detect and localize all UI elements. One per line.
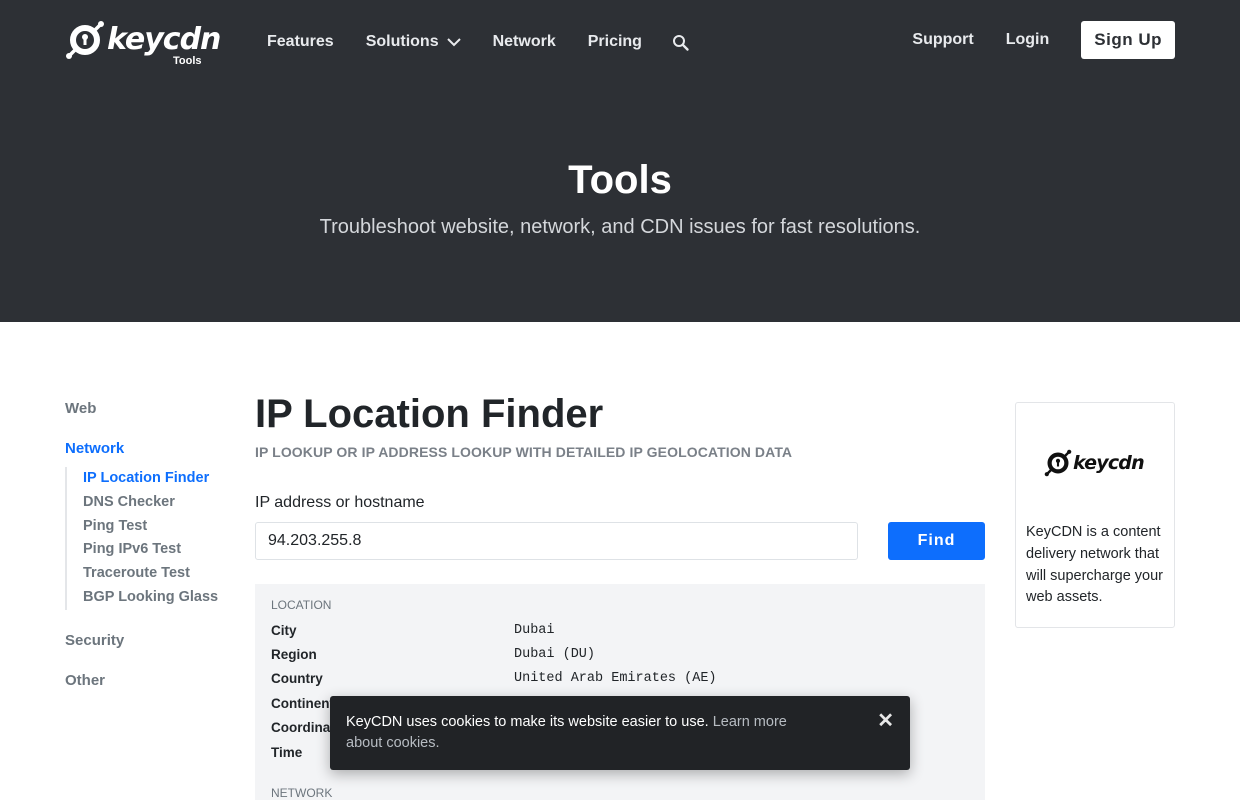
nav-login[interactable]: Login — [1006, 31, 1050, 49]
sidebar-item-bgp-looking-glass[interactable]: BGP Looking Glass — [83, 586, 235, 610]
sidebar-item-ping-ipv6-test[interactable]: Ping IPv6 Test — [83, 538, 235, 562]
sidebar-item-web[interactable]: Web — [65, 400, 235, 417]
page-title: IP Location Finder — [255, 392, 604, 436]
nav-solutions[interactable]: Solutions — [366, 33, 461, 51]
result-key: Country — [271, 671, 323, 687]
hero-title: Tools — [568, 158, 672, 202]
lookup-form: Find — [255, 522, 985, 560]
chevron-down-icon — [446, 37, 461, 46]
header: keycdn Tools Features Solutions Network … — [0, 0, 1240, 322]
brand-wordmark: keycdn — [107, 22, 221, 57]
network-section-label: NETWORK — [271, 786, 333, 800]
sponsor-wordmark: keycdn — [1073, 452, 1145, 474]
sidebar-item-ip-location-finder[interactable]: IP Location Finder — [83, 467, 235, 491]
sidebar-item-other[interactable]: Other — [65, 672, 235, 689]
close-icon[interactable]: ✕ — [877, 711, 894, 731]
keycdn-logo-icon — [66, 21, 104, 59]
sponsor-text: KeyCDN is a content delivery network tha… — [1026, 524, 1164, 606]
ip-field-label: IP address or hostname — [255, 494, 425, 511]
sidebar-network-submenu: IP Location Finder DNS Checker Ping Test… — [65, 467, 235, 610]
cookie-message: KeyCDN uses cookies to make its website … — [346, 712, 826, 754]
nav-support[interactable]: Support — [912, 31, 973, 49]
ip-input[interactable] — [255, 522, 858, 560]
result-row: Country United Arab Emirates (AE) — [271, 667, 969, 691]
cookie-banner: KeyCDN uses cookies to make its website … — [330, 696, 910, 770]
sidebar-item-security[interactable]: Security — [65, 632, 235, 649]
result-value: Dubai (DU) — [514, 647, 596, 663]
main-nav: Features Solutions Network Pricing — [267, 32, 690, 52]
hero-subtitle: Troubleshoot website, network, and CDN i… — [319, 216, 921, 238]
nav-network[interactable]: Network — [493, 33, 556, 51]
sidebar-item-network[interactable]: Network — [65, 440, 235, 457]
page-subtitle: IP LOOKUP OR IP ADDRESS LOOKUP WITH DETA… — [255, 444, 793, 460]
result-key: City — [271, 622, 297, 638]
result-row: City Dubai — [271, 618, 969, 642]
sponsor-logo: keycdn — [1044, 449, 1145, 477]
result-value: Dubai — [514, 622, 555, 638]
nav-features[interactable]: Features — [267, 33, 334, 51]
cookie-text: KeyCDN uses cookies to make its website … — [346, 714, 713, 730]
brand-logo[interactable]: keycdn Tools — [65, 20, 221, 68]
signup-button[interactable]: Sign Up — [1081, 21, 1175, 59]
nav-pricing[interactable]: Pricing — [588, 33, 642, 51]
sponsor-box[interactable]: keycdn KeyCDN is a content delivery netw… — [1015, 402, 1175, 628]
result-row: Region Dubai (DU) — [271, 642, 969, 666]
find-button[interactable]: Find — [888, 522, 985, 560]
sidebar-item-dns-checker[interactable]: DNS Checker — [83, 491, 235, 515]
nav-right: Support Login Sign Up — [880, 21, 1175, 59]
sidebar: Web Network IP Location Finder DNS Check… — [65, 400, 235, 689]
sidebar-item-traceroute-test[interactable]: Traceroute Test — [83, 562, 235, 586]
keycdn-logo-icon — [1044, 449, 1072, 477]
brand-subtitle: Tools — [173, 55, 202, 67]
search-icon[interactable] — [672, 34, 690, 52]
result-key: Region — [271, 647, 317, 663]
nav-solutions-label: Solutions — [365, 33, 439, 50]
sidebar-item-ping-test[interactable]: Ping Test — [83, 515, 235, 539]
location-section-label: LOCATION — [271, 598, 332, 612]
result-value: United Arab Emirates (AE) — [514, 671, 717, 687]
